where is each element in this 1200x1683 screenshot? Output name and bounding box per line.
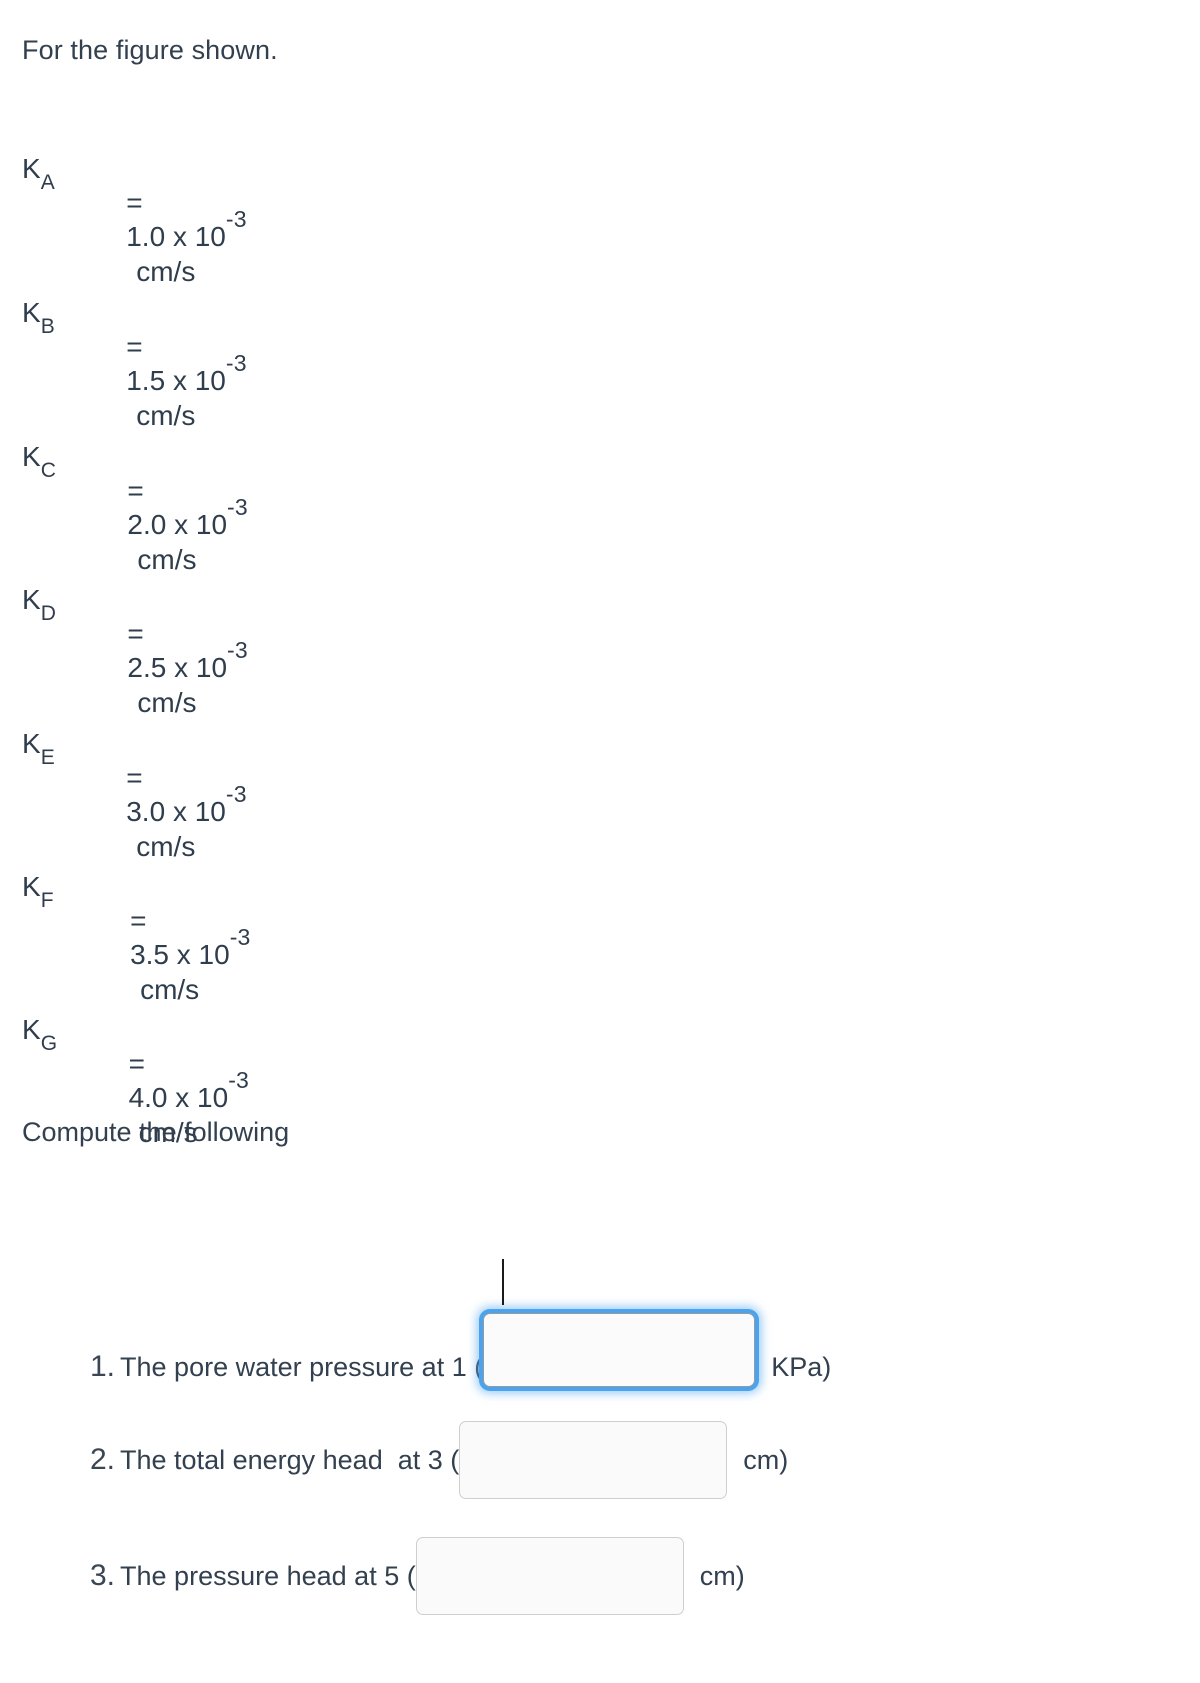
equals-sign: = [127, 618, 144, 649]
question-unit: cm) [699, 1561, 745, 1591]
answer-input-3[interactable] [415, 1537, 684, 1615]
equals-sign: = [127, 475, 144, 506]
question-number: 3. [90, 1559, 116, 1592]
equation-subscript: A [40, 171, 55, 194]
equation-exponent: -3 [229, 924, 251, 950]
equation-subscript: D [40, 602, 57, 625]
equation-unit: cm/s [140, 974, 200, 1005]
equation-exponent: -3 [225, 350, 247, 376]
equation-unit: cm/s [137, 687, 197, 718]
equals-sign: = [126, 187, 143, 218]
equation-unit: cm/s [136, 400, 196, 431]
equation-exponent: -3 [225, 781, 247, 807]
equation-subscript: F [40, 889, 54, 912]
worksheet-page: For the figure shown. KA = 1.0 x 10-3 cm… [0, 0, 1200, 1676]
equation-mantissa: 1.0 x 10 [126, 221, 226, 252]
equation-subscript: E [40, 746, 55, 769]
equation-symbol: K [22, 871, 41, 902]
equation-exponent: -3 [227, 637, 248, 663]
equation-symbol: K [22, 297, 41, 328]
equation-subscript: B [40, 315, 55, 338]
equation-exponent: -3 [225, 206, 247, 232]
equation-symbol: K [22, 153, 41, 184]
compute-heading: Compute the following [22, 1117, 290, 1147]
equation-subscript: G [40, 1032, 58, 1055]
equation-k-g: KG = 4.0 x 10-3 cm/s [22, 1013, 249, 1184]
equation-symbol: K [22, 584, 41, 615]
equation-symbol: K [22, 441, 41, 472]
question-unit: cm) [743, 1445, 789, 1475]
text-caret-icon [502, 1259, 505, 1305]
equation-subscript: C [40, 459, 57, 482]
equation-mantissa: 4.0 x 10 [128, 1082, 229, 1113]
intro-text: For the figure shown. [22, 35, 278, 65]
equation-unit: cm/s [136, 831, 196, 862]
equation-symbol: K [22, 728, 41, 759]
equation-exponent: -3 [227, 494, 248, 520]
equals-sign: = [130, 905, 147, 936]
equation-exponent: -3 [228, 1067, 250, 1093]
equation-mantissa: 1.5 x 10 [126, 365, 226, 396]
equation-mantissa: 2.5 x 10 [127, 652, 228, 683]
equation-mantissa: 3.5 x 10 [130, 939, 230, 970]
answer-field-wrapper-3 [415, 1469, 684, 1683]
equation-unit: cm/s [136, 256, 196, 287]
question-text: The pressure head at 5 ( [120, 1561, 416, 1591]
equation-mantissa: 2.0 x 10 [127, 509, 228, 540]
question-row-3: 3. The pressure head at 5 ( cm) [90, 1469, 745, 1683]
equation-unit: cm/s [137, 544, 197, 575]
equation-mantissa: 3.0 x 10 [126, 796, 226, 827]
equals-sign: = [126, 331, 143, 362]
equals-sign: = [126, 762, 143, 793]
equation-body: = 4.0 x 10-3 cm/s [66, 1013, 249, 1184]
equals-sign: = [128, 1048, 145, 1079]
equation-symbol: K [22, 1014, 41, 1045]
